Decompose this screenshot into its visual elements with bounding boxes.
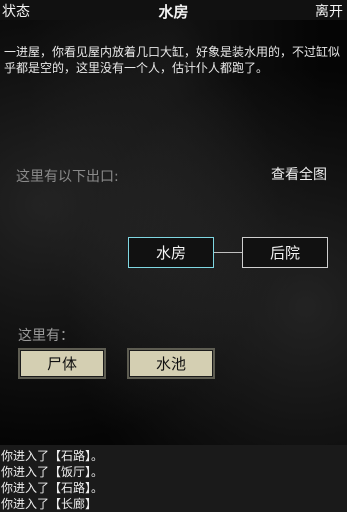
current-room-node: 水房 xyxy=(128,237,214,268)
object-button-pool[interactable]: 水池 xyxy=(127,348,215,379)
leave-button[interactable]: 离开 xyxy=(315,1,343,21)
view-full-map-link[interactable]: 查看全图 xyxy=(271,164,327,184)
exit-room-backyard[interactable]: 后院 xyxy=(242,237,328,268)
log-line: 你进入了【石路】。 xyxy=(1,481,104,495)
here-label: 这里有： xyxy=(18,328,74,344)
room-connector-line xyxy=(214,252,242,253)
location-title: 水房 xyxy=(158,3,189,21)
object-button-corpse[interactable]: 尸体 xyxy=(18,348,106,379)
log-line: 你进入了【饭厅】。 xyxy=(1,465,104,479)
room-description: 一进屋，你看见屋内放着几口大缸，好象是装水用的，不过缸似乎都是空的，这里没有一个… xyxy=(4,45,341,75)
log-line: 你进入了【石路】。 xyxy=(1,449,104,463)
status-button[interactable]: 状态 xyxy=(2,1,30,21)
top-bar: 状态 水房 离开 xyxy=(0,0,347,21)
log-line: 你进入了【长廊】 xyxy=(1,497,98,511)
message-log: 你进入了【石路】。 你进入了【饭厅】。 你进入了【石路】。 你进入了【长廊】 xyxy=(0,445,347,512)
exits-label: 这里有以下出口: xyxy=(16,169,119,185)
